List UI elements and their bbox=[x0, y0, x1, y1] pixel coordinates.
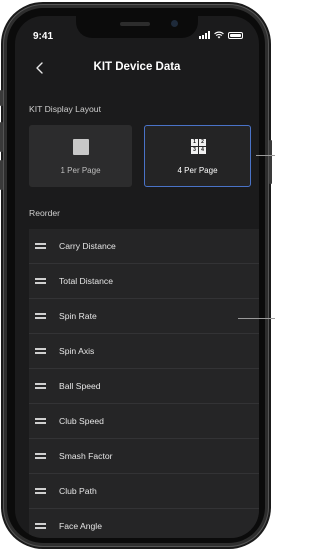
list-item-label: Carry Distance bbox=[59, 241, 116, 251]
list-item[interactable]: Total Distance bbox=[29, 264, 259, 299]
list-item-label: Spin Axis bbox=[59, 346, 95, 356]
reorder-list: Carry Distance Total Distance Spin Rate … bbox=[29, 229, 259, 538]
side-button-left-1 bbox=[0, 90, 3, 106]
grid-number: 2 bbox=[199, 139, 206, 146]
side-button-right bbox=[269, 140, 272, 184]
drag-handle-icon[interactable] bbox=[35, 383, 46, 389]
layout-option-label: 1 Per Page bbox=[60, 166, 101, 175]
battery-icon bbox=[228, 32, 243, 39]
annotation-line-reorder bbox=[238, 318, 275, 319]
list-item[interactable]: Carry Distance bbox=[29, 229, 259, 264]
list-item-label: Club Path bbox=[59, 486, 97, 496]
app-screen: 9:41 KIT Device Data KIT Display Layout … bbox=[15, 16, 259, 538]
list-item[interactable]: Club Path bbox=[29, 474, 259, 509]
list-item-label: Club Speed bbox=[59, 416, 104, 426]
layout-option-1-per-page[interactable]: 1 Per Page bbox=[29, 125, 132, 187]
list-item[interactable]: Face Angle bbox=[29, 509, 259, 538]
drag-handle-icon[interactable] bbox=[35, 278, 46, 284]
list-item[interactable]: Spin Axis bbox=[29, 334, 259, 369]
grid-number: 1 bbox=[191, 139, 198, 146]
list-item-label: Spin Rate bbox=[59, 311, 97, 321]
notch bbox=[76, 16, 198, 38]
list-item-label: Ball Speed bbox=[59, 381, 101, 391]
list-item-label: Total Distance bbox=[59, 276, 113, 286]
annotation-line-layout bbox=[256, 155, 275, 156]
grid-number: 4 bbox=[199, 147, 206, 154]
drag-handle-icon[interactable] bbox=[35, 243, 46, 249]
status-time: 9:41 bbox=[33, 31, 54, 42]
wifi-icon bbox=[214, 31, 224, 39]
list-item[interactable]: Spin Rate bbox=[29, 299, 259, 334]
single-square-icon bbox=[73, 139, 89, 155]
four-grid-icon: 1 2 3 4 bbox=[191, 139, 206, 154]
speaker bbox=[120, 22, 150, 26]
drag-handle-icon[interactable] bbox=[35, 418, 46, 424]
side-button-left-3 bbox=[0, 160, 3, 190]
drag-handle-icon[interactable] bbox=[35, 453, 46, 459]
side-button-left-2 bbox=[0, 122, 3, 152]
drag-handle-icon[interactable] bbox=[35, 313, 46, 319]
front-camera bbox=[171, 20, 178, 27]
layout-option-4-per-page[interactable]: 1 2 3 4 4 Per Page bbox=[144, 125, 251, 187]
layout-options: 1 Per Page 1 2 3 4 4 Per Page bbox=[15, 125, 251, 187]
grid-number: 3 bbox=[191, 147, 198, 154]
drag-handle-icon[interactable] bbox=[35, 523, 46, 529]
drag-handle-icon[interactable] bbox=[35, 348, 46, 354]
layout-option-label: 4 Per Page bbox=[177, 166, 218, 175]
status-icons bbox=[199, 31, 243, 39]
signal-icon bbox=[199, 31, 210, 39]
list-item[interactable]: Smash Factor bbox=[29, 439, 259, 474]
drag-handle-icon[interactable] bbox=[35, 488, 46, 494]
display-layout-heading: KIT Display Layout bbox=[29, 104, 101, 114]
list-item[interactable]: Ball Speed bbox=[29, 369, 259, 404]
nav-bar: KIT Device Data bbox=[15, 58, 259, 80]
list-item[interactable]: Club Speed bbox=[29, 404, 259, 439]
list-item-label: Smash Factor bbox=[59, 451, 113, 461]
page-title: KIT Device Data bbox=[93, 61, 181, 73]
reorder-heading: Reorder bbox=[29, 208, 61, 218]
list-item-label: Face Angle bbox=[59, 521, 102, 531]
